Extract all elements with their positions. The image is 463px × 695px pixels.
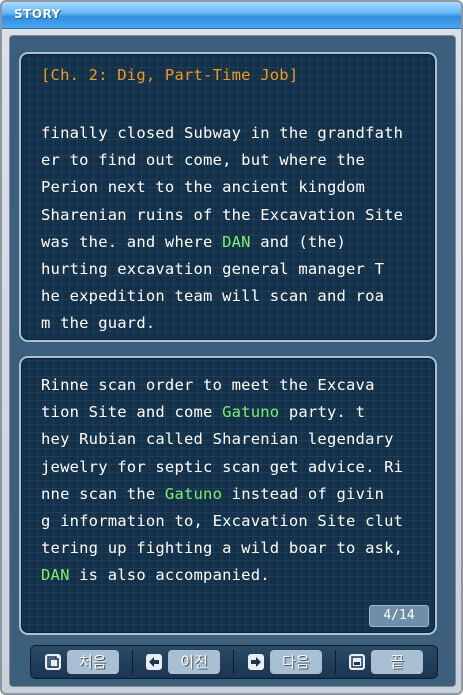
end-button-label: 끝 (371, 650, 424, 674)
next-button[interactable]: 다음 (242, 649, 328, 675)
arrow-right-icon (247, 654, 264, 670)
first-page-icon (44, 654, 61, 670)
title-bar[interactable]: STORY (2, 2, 461, 29)
story-text-segment: is also accompanied. (69, 566, 270, 585)
nav-separator (335, 650, 337, 674)
chapter-title: [Ch. 2: Dig, Part-Time Job] (41, 66, 299, 84)
nav-separator (131, 650, 133, 674)
highlighted-name: Gatuno (222, 403, 280, 422)
story-text-bottom: Rinne scan order to meet the Excava tion… (41, 372, 421, 590)
story-window: STORY [Ch. 2: Dig, Part-Time Job] finall… (0, 0, 463, 695)
highlighted-name: Gatuno (164, 484, 223, 503)
story-text-segment: finally closed Subway in the grandfath e… (41, 124, 404, 251)
nav-separator (233, 650, 235, 674)
previous-button[interactable]: 이전 (140, 649, 226, 675)
page-counter: 4/14 (369, 605, 429, 627)
first-button-label: 처음 (66, 650, 119, 674)
end-page-icon (349, 654, 366, 670)
story-panel-bottom: Rinne scan order to meet the Excava tion… (19, 356, 437, 635)
first-button[interactable]: 처음 (39, 649, 125, 675)
highlighted-name: DAN (222, 232, 251, 251)
story-text-top: finally closed Subway in the grandfath e… (41, 120, 421, 338)
arrow-left-icon (146, 654, 163, 670)
next-button-label: 다음 (269, 650, 322, 674)
previous-button-label: 이전 (168, 650, 221, 674)
navigation-bar: 처음 이전 다음 끝 (30, 645, 438, 679)
window-title: STORY (14, 7, 61, 21)
story-panel-top: [Ch. 2: Dig, Part-Time Job] finally clos… (19, 52, 437, 342)
highlighted-name: DAN (41, 566, 70, 585)
end-button[interactable]: 끝 (343, 649, 429, 675)
